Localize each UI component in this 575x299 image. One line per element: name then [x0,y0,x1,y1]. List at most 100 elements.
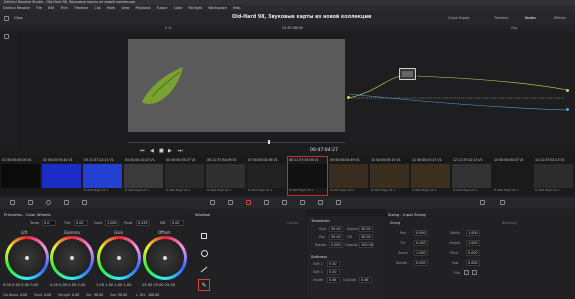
gain-wheel[interactable] [97,236,141,280]
gallery-icon[interactable] [4,16,9,21]
timeline-clip[interactable]: 12 21:37:02:13 V1 H.264 High L5.1 [452,157,491,195]
timeline-clip[interactable]: 08 21:37:34:09 V1 H.264 High L5.1 [287,156,328,196]
window-icon[interactable] [246,200,251,205]
timeline-clip[interactable]: 05 00:00:35:27 V1 H.264 High L5.1 [165,157,204,195]
quick-export-button[interactable]: Quick Export [448,16,470,20]
menu-mark[interactable]: Mark [107,6,115,10]
blur-icon[interactable] [282,200,287,205]
clip-menu[interactable]: Clip [511,26,517,30]
sizing-zoom-field[interactable]: 1.000 [414,250,428,256]
timeline-button[interactable]: Timeline [494,16,508,20]
gamma-wheel[interactable] [50,236,94,280]
temp-field[interactable]: 0.0 [42,220,56,226]
stop-icon[interactable]: ■ [159,148,164,154]
size-field[interactable]: 50.00 [329,226,343,232]
gain-values[interactable]: 1.00 1.00 1.00 1.00 [96,283,131,287]
rotate-field[interactable]: 0.000 [329,242,343,248]
hl-value[interactable]: 0.00 [72,293,79,297]
sizing-tilt-field[interactable]: 0.000 [414,240,428,246]
key-icon[interactable] [300,200,305,205]
sizing-rotate-field[interactable]: 0.000 [414,260,428,266]
timeline-clip[interactable]: 11 00:00:07:47 V1 H.264 High L5.1 [411,157,450,195]
menu-color[interactable]: Color [174,6,183,10]
menu-davinci[interactable]: DaVinci Resolve [3,6,30,10]
motion-effects-icon[interactable] [82,200,87,205]
tilt-field[interactable]: 50.00 [359,234,373,240]
timeline-clip[interactable]: 06 21:37:34:09 V1 H.264 High L5.1 [206,157,245,195]
scopes-icon[interactable] [480,200,485,205]
timeline-clip[interactable]: 03 21:37:22:11 V1 H.264 High L5.1 [83,157,122,195]
soft1-field[interactable]: 0.00 [327,261,340,267]
sizing-pan-field[interactable]: 0.000 [414,230,428,236]
qualifier-icon[interactable] [228,200,233,205]
color-match-icon[interactable] [28,200,33,205]
sizing-yaw-field[interactable]: 0.000 [466,260,480,266]
skip-forward-icon[interactable]: ⏭ [178,148,183,154]
window-line-icon[interactable] [198,263,210,275]
shad-value[interactable]: 0.00 [44,293,51,297]
timeline-clip[interactable]: 04 00:00:10:23 V1 H.264 High L5.1 [124,157,163,195]
menu-timeline[interactable]: Timeline [74,6,88,10]
lift-values[interactable]: 0.00 0.00 0.00 0.00 [3,283,38,287]
play-icon[interactable]: ▶ [168,148,172,154]
sizing-icon[interactable] [318,200,323,205]
cont-field[interactable]: 1.000 [105,220,119,226]
menu-fairlight[interactable]: Fairlight [189,6,203,10]
menu-trim[interactable]: Trim [61,6,68,10]
timeline-clip[interactable]: 14 21:37:02:13 V1 H.264 High L5.1 [534,157,573,195]
pivot-field[interactable]: 0.435 [136,220,150,226]
clips-button[interactable]: Clips [14,16,23,20]
aspect-field[interactable]: 50.00 [359,226,373,232]
color-wheels-icon[interactable] [46,200,51,205]
menu-edit[interactable]: Edit [48,6,55,10]
menu-playback[interactable]: Playback [135,6,150,10]
output-node-dot-2[interactable] [566,108,569,111]
timeline-clip[interactable]: 10 00:00:05:15 V1 H.264 High L5.1 [370,157,409,195]
curves-icon[interactable] [210,200,215,205]
menu-file[interactable]: File [36,6,42,10]
nodes-button[interactable]: Nodes [525,16,536,20]
timeline-clip[interactable]: 09 00:00:04:49 V1 H.264 High L5.1 [329,157,368,195]
lift-wheel[interactable] [5,236,49,280]
timeline-clip[interactable]: 07 00:00:04:36 V1 H.264 High L5.1 [247,157,286,195]
output-node-dot[interactable] [566,89,569,92]
rgb-mixer-icon[interactable] [64,200,69,205]
sizing-height-field[interactable]: 1.000 [466,240,480,246]
scrub-playhead[interactable] [268,140,270,144]
sizing-width-field[interactable]: 1.000 [466,230,480,236]
menu-help[interactable]: Help [233,6,241,10]
timeline-clip[interactable]: 01 00:00:00:00 V1 [1,157,40,195]
3d-icon[interactable] [336,200,341,205]
timeline-clip[interactable]: 02 00:05:59:40 V1 [42,157,81,195]
md-field[interactable]: 0.00 [170,220,184,226]
opacity-field[interactable]: 100.00 [359,242,373,248]
window-pen-icon[interactable]: ✎ [198,279,210,291]
info-icon[interactable] [500,200,505,205]
input-node-dot[interactable] [347,96,350,99]
step-back-icon[interactable]: ◀ [150,148,154,154]
hue-value[interactable]: 50.00 [118,293,127,297]
timeline-clip[interactable]: 13 00:00:00:07 V1 H.264 High L5.1 [493,157,532,195]
lmix-value[interactable]: 100.00 [148,293,159,297]
flip-horizontal-icon[interactable] [464,270,469,275]
offset-wheel[interactable] [143,236,187,280]
inside-field[interactable]: 0.46 [327,277,340,283]
offset-values[interactable]: 25.00 25.00 25.00 [142,283,175,287]
tint-field[interactable]: 0.00 [74,220,88,226]
soft2-field[interactable]: 0.00 [327,269,340,275]
window-square-icon[interactable] [198,230,210,242]
sat-value[interactable]: 50.00 [94,293,103,297]
menu-view[interactable]: View [121,6,129,10]
menu-fusion[interactable]: Fusion [157,6,168,10]
outside-field[interactable]: 0.46 [359,277,372,283]
gamma-values[interactable]: 0.00 0.00 0.00 0.00 [50,283,85,287]
menu-workspace[interactable]: Workspace [208,6,227,10]
tracker-icon[interactable] [264,200,269,205]
scrub-bar[interactable] [128,142,345,143]
sizing-pitch-field[interactable]: 0.000 [466,250,480,256]
zoom-level[interactable]: 0 % [165,26,171,30]
menu-clip[interactable]: Clip [94,6,100,10]
flip-vertical-icon[interactable] [472,270,477,275]
pan-field[interactable]: 50.00 [329,234,343,240]
col-boost-value[interactable]: 0.00 [20,293,27,297]
